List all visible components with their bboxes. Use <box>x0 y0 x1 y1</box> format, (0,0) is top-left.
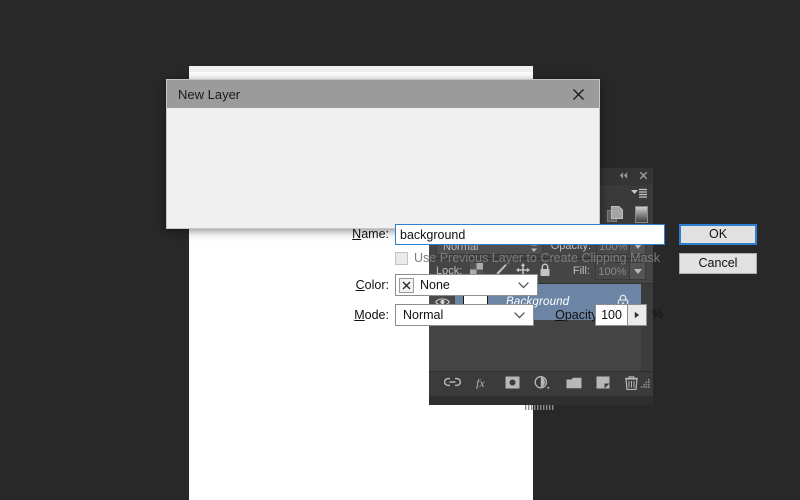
clipping-mask-label: Use Previous Layer to Create Clipping Ma… <box>414 251 660 265</box>
cancel-button[interactable]: Cancel <box>679 253 757 274</box>
opacity-stepper[interactable] <box>628 304 647 326</box>
color-select[interactable]: None <box>395 274 538 296</box>
add-layer-mask-icon[interactable] <box>505 376 520 392</box>
fill-label: Fill: <box>572 265 590 277</box>
layers-list[interactable]: Background <box>429 284 641 371</box>
collapse-double-arrow-icon[interactable] <box>618 170 629 181</box>
new-layer-dialog[interactable]: New Layer Name: Use Previous Layer to Cr… <box>166 79 757 326</box>
opacity-unit: % <box>652 307 664 321</box>
triangle-right-icon <box>634 311 640 319</box>
duplicate-layer-icon[interactable] <box>607 206 623 226</box>
svg-text:fx: fx <box>476 376 485 389</box>
color-label: Color: <box>355 278 389 292</box>
close-button[interactable] <box>557 80 599 108</box>
opacity-input[interactable] <box>595 304 628 326</box>
layers-scrollbar[interactable] <box>641 284 653 371</box>
mode-label: Mode: <box>354 308 389 322</box>
page-title: New Layer <box>178 86 241 102</box>
mode-select[interactable]: Normal <box>395 304 534 326</box>
mode-value: Normal <box>403 308 444 322</box>
chevron-down-icon <box>518 282 529 289</box>
layers-bottom-toolbar: fx <box>429 371 653 396</box>
close-icon <box>572 88 584 100</box>
fx-layer-style-icon[interactable]: fx <box>476 376 491 392</box>
close-icon[interactable] <box>638 170 649 181</box>
color-value: None <box>420 278 450 292</box>
name-label: Name: <box>352 227 389 241</box>
clipping-mask-checkbox[interactable] <box>395 252 408 265</box>
opacity-label: Opacity: <box>555 308 601 322</box>
delete-layer-icon[interactable] <box>624 375 638 393</box>
adjustment-layer-icon[interactable] <box>534 375 551 393</box>
chevron-down-icon <box>634 269 642 274</box>
dialog-title-bar[interactable]: New Layer <box>167 80 599 108</box>
link-layers-icon[interactable] <box>444 377 462 391</box>
panel-drag-grip-icon <box>525 399 559 410</box>
new-layer-icon[interactable] <box>596 376 610 392</box>
layer-name-input[interactable] <box>395 224 665 245</box>
ok-button[interactable]: OK <box>679 224 757 245</box>
chevron-down-icon <box>514 312 525 319</box>
resize-grip-icon[interactable] <box>639 379 650 393</box>
dialog-body: Name: Use Previous Layer to Create Clipp… <box>167 108 757 326</box>
panel-menu-icon[interactable] <box>631 188 648 199</box>
lock-all-icon[interactable] <box>539 263 551 280</box>
mask-gradient-icon[interactable] <box>635 206 648 226</box>
new-group-icon[interactable] <box>566 377 582 392</box>
x-swatch-icon <box>399 277 414 293</box>
